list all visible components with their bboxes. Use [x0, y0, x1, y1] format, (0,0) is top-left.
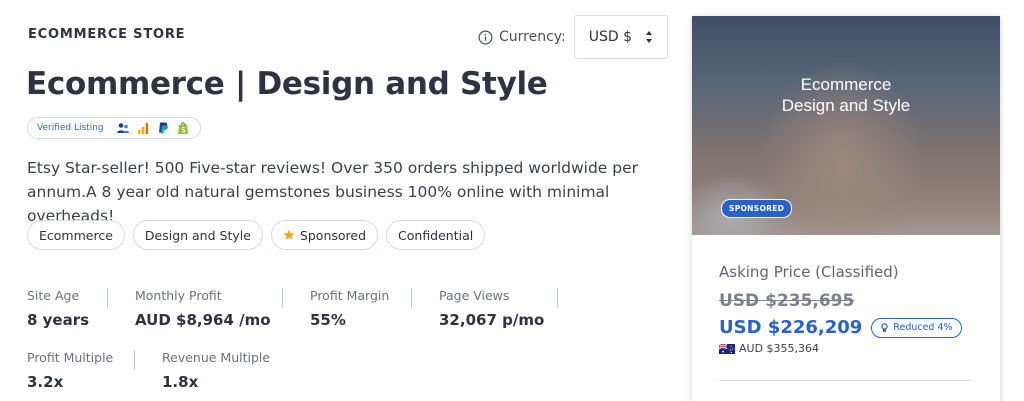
info-icon[interactable]	[478, 30, 493, 45]
metric-page-views: Page Views 32,067 p/mo	[439, 288, 544, 329]
metric-divider	[107, 288, 108, 308]
reduced-label: Reduced 4%	[893, 322, 953, 333]
reduced-badge: Reduced 4%	[871, 317, 962, 338]
metric-monthly-profit: Monthly Profit AUD $8,964 /mo	[135, 288, 271, 329]
new-price-row: USD $226,209 Reduced 4%	[719, 317, 962, 338]
ribbon-icon	[881, 322, 888, 332]
tag-confidential[interactable]: Confidential	[386, 220, 486, 250]
price-area: Asking Price (Classified) USD $235,695 U…	[719, 263, 962, 355]
metric-value: 3.2x	[27, 373, 64, 391]
metric-value: 32,067 p/mo	[439, 311, 545, 329]
metric-value: AUD $8,964 /mo	[135, 311, 271, 329]
analytics-icon	[137, 123, 148, 134]
old-price: USD $235,695	[719, 291, 855, 311]
asking-price-label: Asking Price (Classified)	[719, 263, 899, 281]
metric-divider	[411, 288, 412, 308]
paypal-icon	[158, 122, 168, 134]
currency-label: Currency:	[499, 29, 566, 45]
metric-revenue-multiple: Revenue Multiple 1.8x	[162, 350, 270, 391]
metric-divider	[282, 288, 283, 308]
verified-listing-label: Verified Listing	[37, 123, 104, 133]
metric-label: Profit Multiple	[27, 350, 114, 365]
listing-description: Etsy Star-seller! 500 Five-star reviews!…	[27, 159, 638, 225]
tag-label: Ecommerce	[39, 227, 113, 243]
currency-select-value: USD $	[588, 29, 633, 45]
verified-listing-badge[interactable]: Verified Listing	[27, 117, 201, 139]
metric-label: Profit Margin	[310, 288, 390, 303]
users-icon	[116, 123, 129, 133]
metric-divider	[134, 350, 135, 370]
currency-selector-group: Currency: USD $	[478, 15, 668, 59]
currency-select[interactable]: USD $	[573, 15, 668, 59]
tag-design-and-style[interactable]: Design and Style	[132, 220, 263, 250]
hero-title-line-1: Ecommerce	[800, 75, 892, 94]
australia-flag-icon	[719, 343, 735, 354]
aud-price-row: AUD $355,364	[719, 342, 962, 355]
tag-ecommerce[interactable]: Ecommerce	[27, 220, 125, 250]
sponsored-badge: SPONSORED	[721, 199, 793, 218]
tag-label: Design and Style	[144, 227, 251, 243]
page-title: Ecommerce | Design and Style	[26, 66, 548, 102]
price-card: Ecommerce Design and Style SPONSORED Ask…	[692, 16, 1000, 401]
metric-value: 8 years	[27, 311, 90, 329]
listing-hero-image[interactable]: Ecommerce Design and Style SPONSORED	[692, 16, 1000, 235]
card-divider	[719, 380, 972, 381]
metric-label: Monthly Profit	[135, 288, 222, 303]
tag-sponsored[interactable]: Sponsored	[270, 220, 379, 250]
category-eyebrow: ECOMMERCE STORE	[28, 27, 186, 42]
metric-profit-multiple: Profit Multiple 3.2x	[27, 350, 113, 391]
metric-divider	[557, 288, 558, 308]
metric-label: Site Age	[27, 288, 80, 303]
metric-profit-margin: Profit Margin 55%	[310, 288, 389, 329]
metric-value: 1.8x	[162, 373, 199, 391]
aud-price: AUD $355,364	[739, 342, 820, 355]
metric-label: Revenue Multiple	[162, 350, 271, 365]
new-price: USD $226,209	[719, 317, 863, 338]
metric-value: 55%	[310, 311, 346, 329]
star-icon	[283, 229, 295, 240]
metric-label: Page Views	[439, 288, 510, 303]
shopify-icon	[177, 122, 188, 134]
metric-site-age: Site Age 8 years	[27, 288, 89, 329]
sort-arrows-icon	[645, 31, 652, 43]
tag-list: Ecommerce Design and Style Sponsored Con…	[27, 220, 486, 250]
tag-label: Sponsored	[299, 227, 367, 243]
hero-title: Ecommerce Design and Style	[692, 74, 1000, 116]
hero-title-line-2: Design and Style	[781, 96, 911, 115]
tag-label: Confidential	[398, 227, 474, 243]
